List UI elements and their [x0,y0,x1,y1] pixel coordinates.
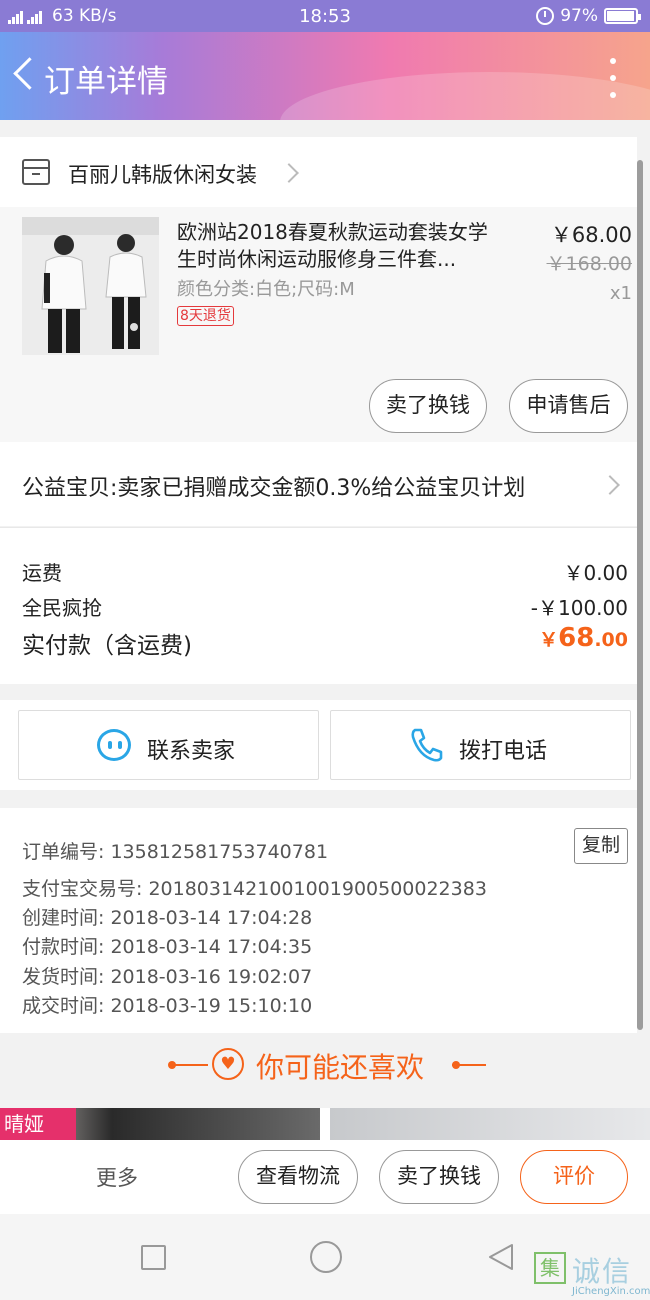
recommend-item-image[interactable] [330,1108,650,1144]
battery-icon [604,8,641,24]
watermark-box-char: 集 [534,1252,566,1284]
phone-icon [411,728,443,762]
alipay-trade-number: 支付宝交易号: 2018031421001001900500022383 [22,878,487,900]
charity-row[interactable]: 公益宝贝:卖家已捐赠成交金额0.3%给公益宝贝计划 [0,442,637,526]
more-vertical-icon[interactable] [606,58,620,98]
order-number: 订单编号: 135812581753740781 [22,841,329,863]
product-quantity: x1 [609,283,632,304]
product-attributes: 颜色分类:白色;尺码:M [177,279,355,300]
view-logistics-button[interactable]: 查看物流 [238,1150,358,1204]
paid-time: 付款时间: 2018-03-14 17:04:35 [22,936,313,958]
back-triangle-icon[interactable] [486,1242,516,1272]
copy-button[interactable]: 复制 [574,828,628,864]
recommend-item-image[interactable]: 晴娅 [0,1108,320,1144]
recent-apps-icon[interactable] [141,1245,166,1270]
product-original-price: ￥168.00 [546,253,632,275]
product-name: 欧洲站2018春夏秋款运动套装女学生时尚休闲运动服修身三件套... [177,220,488,271]
shop-name: 百丽儿韩版休闲女装 [68,163,257,187]
resell-button-bottom[interactable]: 卖了换钱 [379,1150,499,1204]
chevron-right-icon [279,163,299,183]
battery-percent: 97% [560,6,598,26]
chevron-right-icon [600,475,620,495]
review-button[interactable]: 评价 [520,1150,628,1204]
total-value: ￥68.00 [539,623,628,653]
shipped-time: 发货时间: 2018-03-16 19:02:07 [22,966,313,988]
return-policy-badge: 8天退货 [177,306,234,326]
chat-icon [97,729,131,761]
contact-seller-button[interactable]: 联系卖家 [18,710,319,780]
product-price: ￥68.00 [550,223,632,247]
more-link[interactable]: 更多 [96,1162,138,1192]
header-wave-decoration [280,72,650,120]
resell-button[interactable]: 卖了换钱 [369,379,487,433]
product-item[interactable]: 欧洲站2018春夏秋款运动套装女学生时尚休闲运动服修身三件套... 颜色分类:白… [0,207,637,442]
shipping-label: 运费 [22,561,62,585]
charity-text: 公益宝贝:卖家已捐赠成交金额0.3%给公益宝贝计划 [22,476,526,501]
contact-section: 联系卖家 拨打电话 [0,700,637,790]
watermark-en: JiChengXin.com [572,1286,650,1297]
shop-row[interactable]: 百丽儿韩版休闲女装 [0,137,637,207]
page-title: 订单详情 [44,64,168,100]
discount-value: -￥100.00 [530,596,628,620]
heart-icon: ♥ [212,1048,244,1080]
status-right: 97% [536,6,641,26]
recommend-title: 你可能还喜欢 [256,1051,425,1084]
decoration-dot [452,1061,460,1069]
app-header: 订单详情 [0,32,650,120]
recommend-header: ♥ 你可能还喜欢 [0,1034,637,1096]
order-info: 订单编号: 135812581753740781 复制 支付宝交易号: 2018… [0,808,637,1033]
total-decimal: .00 [594,629,628,651]
contact-seller-label: 联系卖家 [147,739,236,764]
shipping-value: ￥0.00 [563,561,628,585]
home-icon[interactable] [310,1241,342,1273]
after-sale-button[interactable]: 申请售后 [509,379,628,433]
total-label: 实付款（含运费) [22,633,192,659]
created-time: 创建时间: 2018-03-14 17:04:28 [22,907,313,929]
status-bar: 63 KB/s 18:53 97% [0,0,650,32]
back-arrow-icon[interactable] [8,52,42,98]
watermark-cn: 诚信 [572,1255,633,1288]
alarm-icon [536,7,555,25]
call-label: 拨打电话 [459,739,548,764]
decoration-line [174,1064,208,1066]
discount-label: 全民疯抢 [22,596,102,620]
recommend-strip: 晴娅 [0,1108,650,1144]
store-icon [22,159,50,185]
bottom-action-bar: 更多 查看物流 卖了换钱 评价 [0,1140,650,1214]
call-button[interactable]: 拨打电话 [330,710,631,780]
fee-summary: 运费 ￥0.00 全民疯抢 -￥100.00 实付款（含运费) ￥68.00 [0,527,637,684]
brand-logo: 晴娅 [0,1108,76,1144]
total-currency: ￥ [539,629,559,651]
scrollbar[interactable] [637,160,643,1030]
product-thumbnail[interactable] [22,217,159,355]
watermark-logo: 集 诚信 JiChengXin.com [532,1250,650,1300]
completed-time: 成交时间: 2018-03-19 15:10:10 [22,995,313,1017]
product-image [22,217,159,355]
total-integer: 68 [558,623,595,653]
